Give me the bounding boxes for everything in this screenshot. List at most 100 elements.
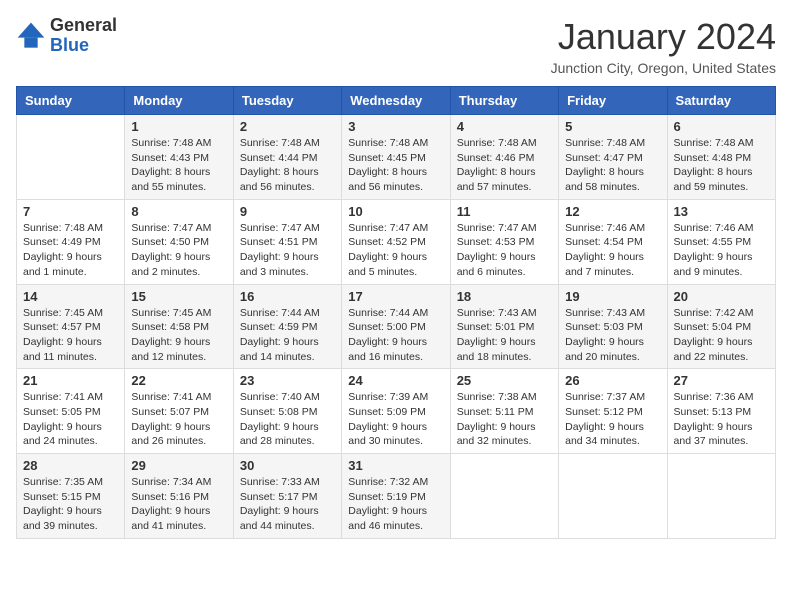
day-info: Sunrise: 7:44 AM Sunset: 4:59 PM Dayligh…: [240, 306, 335, 365]
calendar-cell: [667, 454, 775, 539]
calendar-cell: [450, 454, 558, 539]
day-info: Sunrise: 7:47 AM Sunset: 4:52 PM Dayligh…: [348, 221, 443, 280]
calendar-cell: 2 Sunrise: 7:48 AM Sunset: 4:44 PM Daylig…: [233, 115, 341, 200]
weekday-header: Monday: [125, 87, 233, 115]
day-number: 26: [565, 373, 660, 388]
calendar-cell: 4 Sunrise: 7:48 AM Sunset: 4:46 PM Daylig…: [450, 115, 558, 200]
calendar-cell: 13Sunrise: 7:46 AM Sunset: 4:55 PM Dayli…: [667, 199, 775, 284]
day-number: 9: [240, 204, 335, 219]
logo: General Blue: [16, 16, 117, 56]
calendar-cell: 7Sunrise: 7:48 AM Sunset: 4:49 PM Daylig…: [17, 199, 125, 284]
day-info: Sunrise: 7:35 AM Sunset: 5:15 PM Dayligh…: [23, 475, 118, 534]
calendar-cell: 12 Sunrise: 7:46 AM Sunset: 4:54 PM Dayli…: [559, 199, 667, 284]
calendar-week-row: 28 Sunrise: 7:35 AM Sunset: 5:15 PM Dayli…: [17, 454, 776, 539]
day-info: Sunrise: 7:37 AM Sunset: 5:12 PM Dayligh…: [565, 390, 660, 449]
calendar-cell: 23 Sunrise: 7:40 AM Sunset: 5:08 PM Dayli…: [233, 369, 341, 454]
day-info: Sunrise: 7:43 AM Sunset: 5:01 PM Dayligh…: [457, 306, 552, 365]
day-info: Sunrise: 7:42 AM Sunset: 5:04 PM Dayligh…: [674, 306, 769, 365]
day-number: 10: [348, 204, 443, 219]
day-info: Sunrise: 7:36 AM Sunset: 5:13 PM Dayligh…: [674, 390, 769, 449]
day-info: Sunrise: 7:48 AM Sunset: 4:49 PM Dayligh…: [23, 221, 118, 280]
calendar-cell: 14 Sunrise: 7:45 AM Sunset: 4:57 PM Dayli…: [17, 284, 125, 369]
day-info: Sunrise: 7:47 AM Sunset: 4:53 PM Dayligh…: [457, 221, 552, 280]
day-number: 4: [457, 119, 552, 134]
calendar-week-row: 1 Sunrise: 7:48 AM Sunset: 4:43 PM Daylig…: [17, 115, 776, 200]
day-info: Sunrise: 7:48 AM Sunset: 4:48 PM Dayligh…: [674, 136, 769, 195]
calendar-week-row: 14 Sunrise: 7:45 AM Sunset: 4:57 PM Dayli…: [17, 284, 776, 369]
calendar-cell: 22 Sunrise: 7:41 AM Sunset: 5:07 PM Dayli…: [125, 369, 233, 454]
day-info: Sunrise: 7:32 AM Sunset: 5:19 PM Dayligh…: [348, 475, 443, 534]
day-info: Sunrise: 7:38 AM Sunset: 5:11 PM Dayligh…: [457, 390, 552, 449]
calendar-cell: 9 Sunrise: 7:47 AM Sunset: 4:51 PM Daylig…: [233, 199, 341, 284]
calendar-cell: [17, 115, 125, 200]
day-number: 20: [674, 289, 769, 304]
day-info: Sunrise: 7:47 AM Sunset: 4:51 PM Dayligh…: [240, 221, 335, 280]
day-number: 14: [23, 289, 118, 304]
day-info: Sunrise: 7:34 AM Sunset: 5:16 PM Dayligh…: [131, 475, 226, 534]
day-info: Sunrise: 7:40 AM Sunset: 5:08 PM Dayligh…: [240, 390, 335, 449]
day-number: 19: [565, 289, 660, 304]
day-info: Sunrise: 7:47 AM Sunset: 4:50 PM Dayligh…: [131, 221, 226, 280]
calendar-cell: [559, 454, 667, 539]
title-section: January 2024 Junction City, Oregon, Unit…: [551, 16, 776, 76]
calendar-cell: 18 Sunrise: 7:43 AM Sunset: 5:01 PM Dayli…: [450, 284, 558, 369]
day-info: Sunrise: 7:48 AM Sunset: 4:43 PM Dayligh…: [131, 136, 226, 195]
calendar-cell: 20 Sunrise: 7:42 AM Sunset: 5:04 PM Dayli…: [667, 284, 775, 369]
day-number: 2: [240, 119, 335, 134]
day-info: Sunrise: 7:33 AM Sunset: 5:17 PM Dayligh…: [240, 475, 335, 534]
day-info: Sunrise: 7:45 AM Sunset: 4:57 PM Dayligh…: [23, 306, 118, 365]
day-info: Sunrise: 7:44 AM Sunset: 5:00 PM Dayligh…: [348, 306, 443, 365]
calendar-cell: 19Sunrise: 7:43 AM Sunset: 5:03 PM Dayli…: [559, 284, 667, 369]
day-number: 11: [457, 204, 552, 219]
day-number: 30: [240, 458, 335, 473]
day-info: Sunrise: 7:48 AM Sunset: 4:45 PM Dayligh…: [348, 136, 443, 195]
day-number: 3: [348, 119, 443, 134]
weekday-header: Tuesday: [233, 87, 341, 115]
day-number: 28: [23, 458, 118, 473]
day-info: Sunrise: 7:48 AM Sunset: 4:44 PM Dayligh…: [240, 136, 335, 195]
day-number: 5: [565, 119, 660, 134]
calendar-cell: 30 Sunrise: 7:33 AM Sunset: 5:17 PM Dayli…: [233, 454, 341, 539]
calendar-cell: 31 Sunrise: 7:32 AM Sunset: 5:19 PM Dayli…: [342, 454, 450, 539]
calendar-cell: 17 Sunrise: 7:44 AM Sunset: 5:00 PM Dayli…: [342, 284, 450, 369]
day-number: 6: [674, 119, 769, 134]
day-info: Sunrise: 7:39 AM Sunset: 5:09 PM Dayligh…: [348, 390, 443, 449]
location: Junction City, Oregon, United States: [551, 60, 776, 76]
day-number: 18: [457, 289, 552, 304]
calendar-week-row: 7Sunrise: 7:48 AM Sunset: 4:49 PM Daylig…: [17, 199, 776, 284]
calendar-cell: 8 Sunrise: 7:47 AM Sunset: 4:50 PM Daylig…: [125, 199, 233, 284]
calendar-cell: 25Sunrise: 7:38 AM Sunset: 5:11 PM Dayli…: [450, 369, 558, 454]
day-info: Sunrise: 7:46 AM Sunset: 4:54 PM Dayligh…: [565, 221, 660, 280]
day-number: 22: [131, 373, 226, 388]
day-info: Sunrise: 7:48 AM Sunset: 4:47 PM Dayligh…: [565, 136, 660, 195]
day-number: 24: [348, 373, 443, 388]
day-number: 29: [131, 458, 226, 473]
weekday-header: Sunday: [17, 87, 125, 115]
day-number: 12: [565, 204, 660, 219]
calendar-table: SundayMondayTuesdayWednesdayThursdayFrid…: [16, 86, 776, 539]
day-info: Sunrise: 7:41 AM Sunset: 5:07 PM Dayligh…: [131, 390, 226, 449]
weekday-header: Friday: [559, 87, 667, 115]
calendar-cell: 15 Sunrise: 7:45 AM Sunset: 4:58 PM Dayli…: [125, 284, 233, 369]
day-info: Sunrise: 7:48 AM Sunset: 4:46 PM Dayligh…: [457, 136, 552, 195]
weekday-header: Wednesday: [342, 87, 450, 115]
calendar-cell: 3 Sunrise: 7:48 AM Sunset: 4:45 PM Daylig…: [342, 115, 450, 200]
month-title: January 2024: [551, 16, 776, 58]
page-header: General Blue January 2024 Junction City,…: [16, 16, 776, 76]
day-number: 8: [131, 204, 226, 219]
day-info: Sunrise: 7:46 AM Sunset: 4:55 PM Dayligh…: [674, 221, 769, 280]
day-number: 23: [240, 373, 335, 388]
day-info: Sunrise: 7:45 AM Sunset: 4:58 PM Dayligh…: [131, 306, 226, 365]
day-number: 21: [23, 373, 118, 388]
day-number: 31: [348, 458, 443, 473]
calendar-cell: 24 Sunrise: 7:39 AM Sunset: 5:09 PM Dayli…: [342, 369, 450, 454]
calendar-cell: 6 Sunrise: 7:48 AM Sunset: 4:48 PM Daylig…: [667, 115, 775, 200]
day-number: 15: [131, 289, 226, 304]
calendar-cell: 11 Sunrise: 7:47 AM Sunset: 4:53 PM Dayli…: [450, 199, 558, 284]
day-info: Sunrise: 7:41 AM Sunset: 5:05 PM Dayligh…: [23, 390, 118, 449]
calendar-cell: 28 Sunrise: 7:35 AM Sunset: 5:15 PM Dayli…: [17, 454, 125, 539]
calendar-cell: 21 Sunrise: 7:41 AM Sunset: 5:05 PM Dayli…: [17, 369, 125, 454]
day-number: 1: [131, 119, 226, 134]
calendar-week-row: 21 Sunrise: 7:41 AM Sunset: 5:05 PM Dayli…: [17, 369, 776, 454]
day-number: 17: [348, 289, 443, 304]
